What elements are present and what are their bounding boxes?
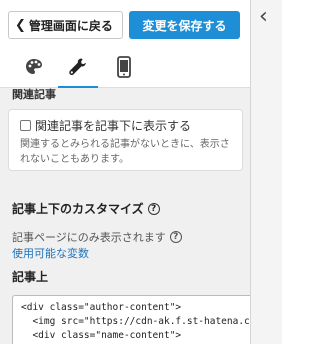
settings-panel: 関連記事 関連記事を記事下に表示する 関連するとみられる記事がないときに、表示さ… [0, 88, 250, 344]
back-button-label: 管理画面に戻る [28, 18, 113, 33]
tab-bar [0, 45, 250, 89]
wrench-icon [69, 58, 86, 75]
customize-heading: 記事上下のカスタマイズ ? [12, 200, 160, 217]
tab-design[interactable] [14, 45, 54, 88]
code-line: <div class="author-content"> [21, 302, 182, 313]
tab-smartphone[interactable] [104, 45, 144, 88]
back-to-admin-button[interactable]: ❮ 管理画面に戻る [8, 11, 123, 39]
code-line: <div class="name-content"> [21, 330, 182, 341]
above-article-label: 記事上 [12, 270, 49, 284]
related-articles-description: 関連するとみられる記事がないときに、表示されないこともあります。 [20, 139, 230, 165]
available-variables-link[interactable]: 使用可能な変数 [12, 245, 89, 261]
help-icon[interactable]: ? [147, 202, 160, 215]
palette-icon [26, 58, 42, 74]
collapse-panel[interactable]: ‹ [250, 0, 282, 344]
related-articles-checkbox-label[interactable]: 関連記事を記事下に表示する [35, 117, 191, 134]
customize-heading-text: 記事上下のカスタマイズ [12, 202, 144, 216]
related-articles-checkbox[interactable] [20, 120, 31, 131]
related-articles-card: 関連記事を記事下に表示する 関連するとみられる記事がないときに、表示されないこと… [8, 109, 243, 171]
chevron-left-icon: ❮ [15, 17, 26, 33]
customize-header: ❮ 管理画面に戻る 変更を保存する [0, 0, 250, 45]
above-article-code-textarea[interactable]: <div class="author-content"> <img src="h… [12, 295, 250, 344]
help-icon[interactable]: ? [169, 231, 182, 243]
smartphone-icon [117, 55, 131, 78]
save-changes-button[interactable]: 変更を保存する [129, 11, 240, 39]
article-page-note: 記事ページにのみ表示されます ? [12, 229, 182, 245]
section-title-related: 関連記事 [12, 88, 56, 101]
chevron-left-icon[interactable]: ‹ [259, 4, 268, 29]
article-page-note-text: 記事ページにのみ表示されます [12, 231, 166, 244]
code-line: <img src="https://cdn-ak.f.st-hatena.com… [32, 316, 250, 327]
tab-settings[interactable] [58, 45, 98, 89]
